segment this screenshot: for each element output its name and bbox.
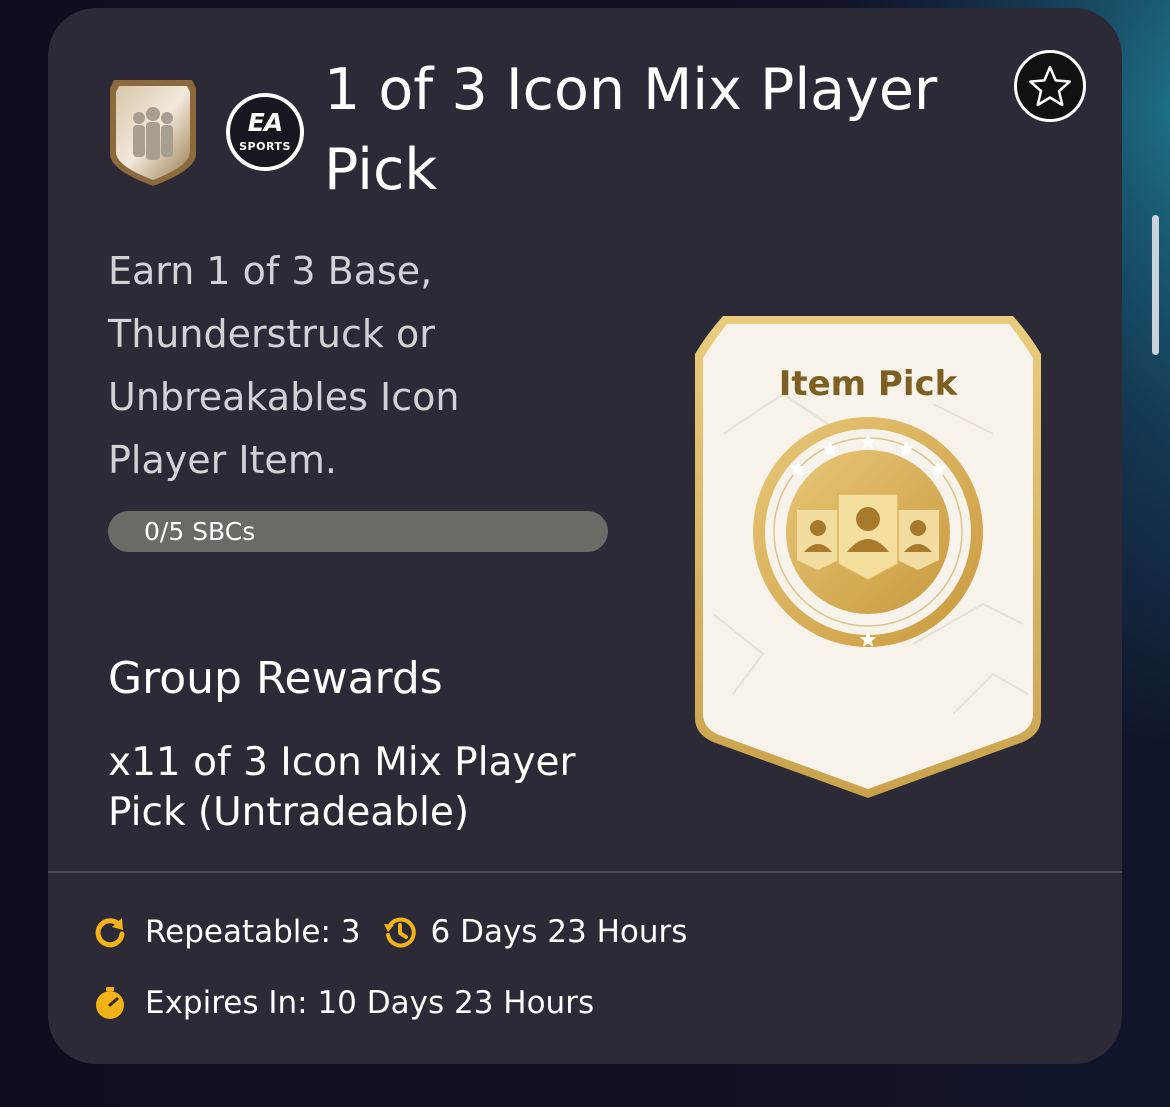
group-reward-item: x11 of 3 Icon Mix Player Pick (Untradeab…: [108, 740, 576, 835]
item-pick-title: Item Pick: [778, 364, 958, 404]
refresh-time-text: 6 Days 23 Hours: [430, 914, 688, 950]
stopwatch-icon: [96, 987, 124, 1019]
favorite-star-button[interactable]: [1014, 50, 1086, 122]
expiry-row: Expires In: 10 Days 23 Hours: [93, 983, 594, 1023]
logo-text-main: EA: [247, 108, 283, 137]
divider: [48, 871, 1122, 873]
progress-label: 0/5 SBCs: [144, 517, 256, 546]
scrollbar[interactable]: [1152, 215, 1159, 355]
icon-squad-badge-icon: [110, 80, 196, 186]
repeat-refresh-row: Repeatable: 3 6 Days 23 Hours: [93, 912, 687, 952]
sbc-card[interactable]: EA SPORTS 1 of 3 Icon Mix Player Pick Ea…: [48, 8, 1122, 1064]
sbc-progress-bar: 0/5 SBCs: [108, 511, 608, 552]
group-rewards-heading: Group Rewards: [108, 653, 443, 704]
expires-text: Expires In: 10 Days 23 Hours: [145, 985, 595, 1021]
logo-text-sub: SPORTS: [239, 140, 291, 153]
sbc-title: 1 of 3 Icon Mix Player Pick: [324, 57, 938, 203]
sbc-description: Earn 1 of 3 Base, Thunderstruck or Unbre…: [108, 249, 460, 482]
repeatable-text: Repeatable: 3: [145, 914, 361, 950]
ea-sports-logo-icon: EA SPORTS: [226, 93, 304, 171]
star-outline-icon: [1028, 65, 1072, 107]
repeat-icon: [95, 918, 125, 948]
refresh-clock-icon: [383, 917, 416, 948]
